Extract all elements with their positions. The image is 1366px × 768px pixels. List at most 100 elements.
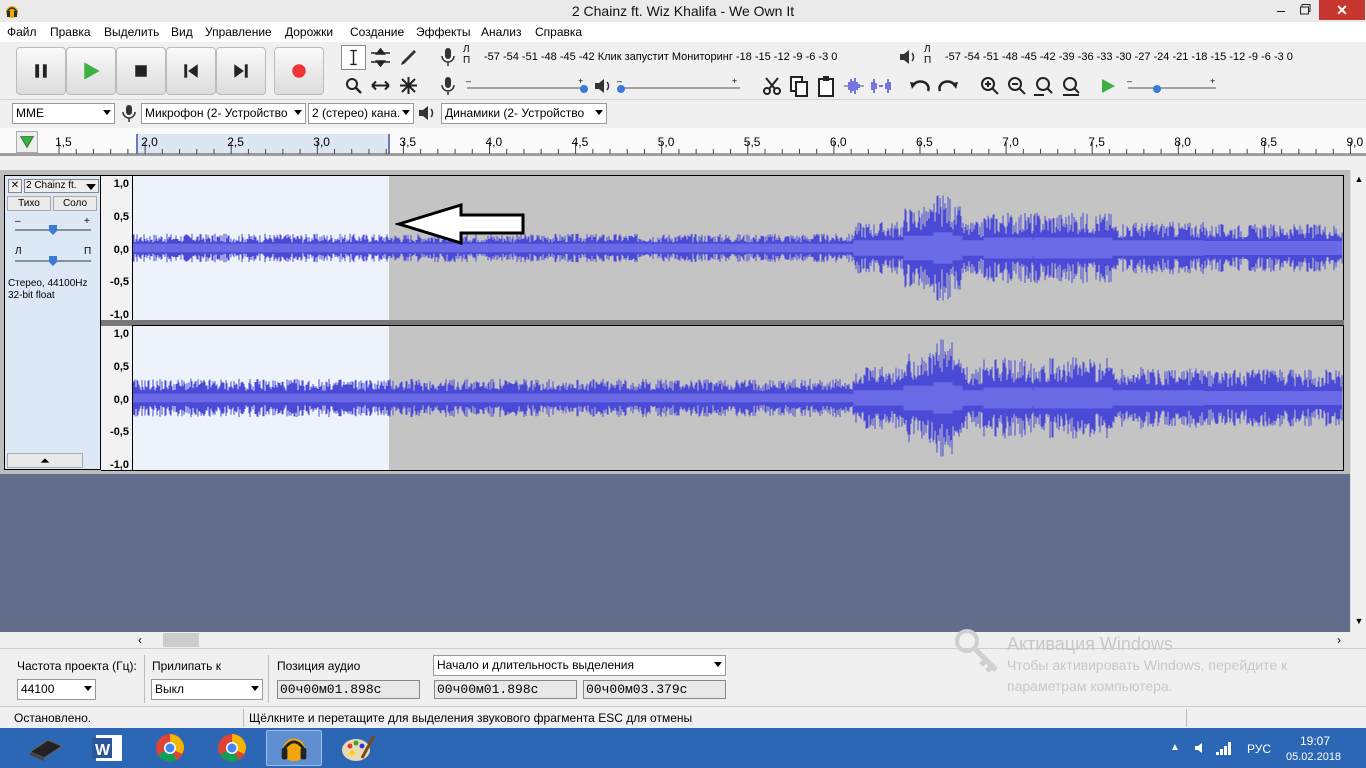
play-meter-speaker-icon[interactable] bbox=[897, 46, 919, 68]
scroll-right-icon[interactable]: › bbox=[1337, 633, 1349, 647]
selection-start-time[interactable]: 00ч00м01.898с bbox=[434, 680, 577, 699]
play-speed-slider[interactable]: – + bbox=[1126, 78, 1218, 94]
menu-view[interactable]: Вид bbox=[171, 25, 193, 39]
keyboard-app-icon[interactable] bbox=[18, 730, 74, 766]
redo-icon[interactable] bbox=[935, 74, 961, 98]
chrome-icon[interactable] bbox=[204, 730, 260, 766]
network-icon[interactable] bbox=[1215, 740, 1233, 756]
silence-audio-icon[interactable] bbox=[869, 74, 893, 98]
menu-analyze[interactable]: Анализ bbox=[481, 25, 522, 39]
recording-volume-slider[interactable]: – + bbox=[465, 78, 589, 94]
fit-project-icon[interactable] bbox=[1059, 74, 1083, 98]
selection-mode-select[interactable]: Начало и длительность выделения bbox=[433, 655, 726, 676]
play-at-speed-icon[interactable] bbox=[1098, 76, 1118, 96]
menu-file[interactable]: Файл bbox=[7, 25, 37, 39]
clock-time[interactable]: 19:07 bbox=[1300, 734, 1330, 748]
zoom-in-icon[interactable] bbox=[978, 74, 1002, 98]
waveform-path-right bbox=[133, 339, 1343, 457]
recording-device-select[interactable]: Микрофон (2- Устройство bbox=[141, 103, 306, 124]
gain-slider[interactable] bbox=[15, 224, 91, 236]
horizontal-scroll-thumb[interactable] bbox=[163, 633, 199, 647]
amplitude-axis-label: 0,0 bbox=[113, 393, 129, 406]
chrome-icon[interactable] bbox=[142, 730, 198, 766]
menu-edit[interactable]: Правка bbox=[50, 25, 91, 39]
paste-icon[interactable] bbox=[814, 74, 838, 98]
envelope-tool-icon[interactable] bbox=[368, 45, 393, 70]
status-state: Остановлено. bbox=[14, 711, 92, 725]
separator bbox=[1186, 709, 1187, 727]
record-meter-mic-icon[interactable] bbox=[438, 46, 458, 68]
trim-audio-icon[interactable] bbox=[842, 74, 866, 98]
menu-transport[interactable]: Управление bbox=[205, 25, 272, 39]
timeshift-tool-icon[interactable] bbox=[368, 73, 393, 98]
undo-icon[interactable] bbox=[907, 74, 933, 98]
ruler-tick-label: 1,5 bbox=[55, 135, 72, 149]
project-rate-select[interactable]: 44100 bbox=[17, 679, 96, 700]
menu-select[interactable]: Выделить bbox=[104, 25, 159, 39]
audio-position-time[interactable]: 00ч00м01.898с bbox=[277, 680, 420, 699]
menu-tracks[interactable]: Дорожки bbox=[285, 25, 333, 39]
separator bbox=[243, 709, 244, 727]
play-meter-scale[interactable]: -57 -54 -51 -48 -45 -42 -39 -36 -33 -30 … bbox=[945, 51, 1293, 63]
selection-length-time[interactable]: 00ч00м03.379с bbox=[583, 680, 726, 699]
menu-help[interactable]: Справка bbox=[535, 25, 582, 39]
amplitude-axis-label: 0,5 bbox=[113, 360, 129, 373]
copy-icon[interactable] bbox=[787, 74, 811, 98]
record-meter-scale[interactable]: -57 -54 -51 -48 -45 -42 Клик запустит Мо… bbox=[484, 51, 837, 63]
waveform-right-channel[interactable] bbox=[132, 325, 1344, 471]
waveform-left-channel[interactable] bbox=[132, 175, 1344, 321]
zoom-tool-icon[interactable] bbox=[341, 73, 366, 98]
snap-to-label: Прилипать к bbox=[152, 659, 221, 673]
cut-icon[interactable] bbox=[760, 74, 784, 98]
track-close-button[interactable]: ✕ bbox=[8, 179, 22, 193]
skip-to-end-button[interactable] bbox=[216, 47, 266, 95]
audio-host-select[interactable]: MME bbox=[12, 103, 115, 124]
ruler-tick-label: 4,0 bbox=[485, 135, 503, 149]
menu-generate[interactable]: Создание bbox=[350, 25, 404, 39]
channels-value: 2 (стерео) кана. bbox=[312, 106, 401, 120]
stop-button[interactable] bbox=[116, 47, 166, 95]
menu-effects[interactable]: Эффекты bbox=[416, 25, 471, 39]
close-button[interactable]: ✕ bbox=[1319, 0, 1365, 20]
recording-volume-mic-icon bbox=[438, 75, 458, 97]
word-icon[interactable]: W bbox=[80, 730, 136, 766]
pause-button[interactable] bbox=[16, 47, 66, 95]
pan-slider[interactable] bbox=[15, 255, 91, 267]
empty-track-area[interactable] bbox=[0, 474, 1350, 632]
input-language[interactable]: РУС bbox=[1247, 742, 1271, 756]
multi-tool-icon[interactable] bbox=[396, 73, 421, 98]
paint-icon[interactable] bbox=[328, 730, 384, 766]
channels-select[interactable]: 2 (стерео) кана. bbox=[308, 103, 414, 124]
record-button[interactable] bbox=[274, 47, 324, 95]
restore-button[interactable] bbox=[1294, 1, 1316, 17]
solo-button[interactable]: Соло bbox=[53, 196, 97, 211]
svg-text:+: + bbox=[732, 78, 737, 86]
minimize-button[interactable]: – bbox=[1270, 2, 1292, 18]
vertical-scrollbar[interactable]: ▲ ▼ bbox=[1350, 170, 1366, 632]
fit-selection-icon[interactable] bbox=[1032, 74, 1056, 98]
scroll-left-icon[interactable]: ‹ bbox=[138, 633, 150, 647]
selection-tool-icon[interactable] bbox=[341, 45, 366, 70]
draw-tool-icon[interactable] bbox=[396, 45, 421, 70]
track-control-panel[interactable]: ✕ 2 Chainz ft. Тихо Соло – + Л П Стерео,… bbox=[4, 175, 101, 470]
play-button[interactable] bbox=[66, 47, 116, 95]
skip-to-start-button[interactable] bbox=[166, 47, 216, 95]
audacity-icon[interactable] bbox=[266, 730, 322, 766]
scroll-up-icon[interactable]: ▲ bbox=[1353, 174, 1365, 186]
track-name-menu[interactable]: 2 Chainz ft. bbox=[24, 179, 99, 193]
ruler-tick-label: 5,5 bbox=[743, 135, 761, 149]
svg-text:+: + bbox=[1210, 78, 1215, 86]
selection-start-value: 00ч00м01.898с bbox=[437, 682, 539, 697]
status-hint: Щёлкните и перетащите для выделения звук… bbox=[249, 711, 693, 725]
scroll-down-icon[interactable]: ▼ bbox=[1353, 616, 1365, 628]
playback-device-select[interactable]: Динамики (2- Устройство bbox=[441, 103, 607, 124]
show-hidden-icons-icon[interactable]: ▲ bbox=[1170, 742, 1182, 754]
volume-icon[interactable] bbox=[1193, 740, 1209, 756]
mute-button[interactable]: Тихо bbox=[7, 196, 51, 211]
zoom-out-icon[interactable] bbox=[1005, 74, 1029, 98]
clock-date[interactable]: 05.02.2018 bbox=[1286, 751, 1341, 763]
track-format-rate: Стерео, 44100Hz bbox=[8, 278, 88, 289]
playback-volume-slider[interactable]: – + bbox=[616, 78, 742, 94]
collapse-track-button[interactable] bbox=[7, 453, 83, 468]
snap-to-select[interactable]: Выкл bbox=[151, 679, 263, 700]
